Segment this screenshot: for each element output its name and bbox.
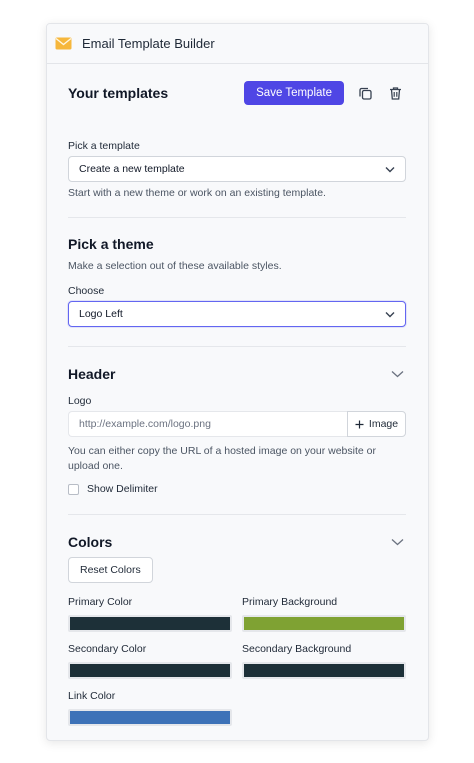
colors-section-header[interactable]: Colors — [68, 532, 406, 552]
primary-color-field: Primary Color — [68, 596, 232, 632]
email-builder-panel: Email Template Builder Your templates Sa… — [46, 23, 429, 741]
primary-background-label: Primary Background — [242, 596, 338, 608]
section-divider — [68, 217, 406, 218]
link-color-swatch[interactable] — [68, 709, 232, 726]
header-heading: Header — [68, 366, 116, 382]
theme-select[interactable]: Logo Left — [68, 301, 406, 327]
templates-header: Your templates Save Template — [68, 81, 406, 105]
chevron-down-icon[interactable] — [391, 538, 404, 546]
section-divider — [68, 346, 406, 347]
link-color-field: Link Color — [68, 690, 232, 726]
theme-select-value: Logo Left — [79, 308, 123, 320]
logo-url-input[interactable]: http://example.com/logo.png — [68, 411, 347, 437]
show-delimiter-row[interactable]: Show Delimiter — [68, 483, 158, 495]
logo-label: Logo — [68, 395, 92, 407]
plus-icon — [355, 420, 364, 428]
window-title: Email Template Builder — [82, 36, 215, 51]
logo-input-group: http://example.com/logo.png Image — [68, 411, 406, 437]
image-button-label: Image — [368, 418, 399, 430]
primary-color-label: Primary Color — [68, 596, 133, 608]
primary-background-swatch[interactable] — [242, 615, 406, 632]
section-divider — [68, 514, 406, 515]
chevron-down-icon — [385, 166, 395, 172]
logo-help-text-line1: You can either copy the URL of a hosted … — [68, 445, 376, 457]
chevron-down-icon — [385, 311, 395, 317]
pick-template-label: Pick a template — [68, 140, 140, 152]
theme-heading: Pick a theme — [68, 236, 154, 252]
template-select[interactable]: Create a new template — [68, 156, 406, 182]
show-delimiter-label: Show Delimiter — [87, 483, 158, 495]
secondary-color-label: Secondary Color — [68, 643, 147, 655]
link-color-label: Link Color — [68, 690, 116, 702]
secondary-background-swatch[interactable] — [242, 662, 406, 679]
templates-heading: Your templates — [68, 85, 169, 101]
secondary-color-swatch[interactable] — [68, 662, 232, 679]
header-section-header[interactable]: Header — [68, 364, 406, 384]
secondary-background-field: Secondary Background — [242, 643, 406, 679]
primary-color-swatch[interactable] — [68, 615, 232, 632]
copy-icon[interactable] — [356, 84, 374, 102]
secondary-background-label: Secondary Background — [242, 643, 352, 655]
chevron-down-icon[interactable] — [391, 370, 404, 378]
logo-help-text-line2: upload one. — [68, 460, 123, 472]
reset-colors-button[interactable]: Reset Colors — [68, 557, 153, 583]
trash-icon[interactable] — [386, 84, 404, 102]
add-image-button[interactable]: Image — [347, 411, 406, 437]
theme-help-text: Make a selection out of these available … — [68, 260, 282, 272]
choose-label: Choose — [68, 285, 105, 297]
colors-heading: Colors — [68, 534, 113, 550]
primary-background-field: Primary Background — [242, 596, 406, 632]
template-help-text: Start with a new theme or work on an exi… — [68, 187, 326, 199]
mail-icon — [55, 37, 72, 50]
show-delimiter-checkbox[interactable] — [68, 483, 79, 495]
save-template-button[interactable]: Save Template — [244, 81, 344, 105]
template-select-value: Create a new template — [79, 163, 185, 175]
title-bar: Email Template Builder — [47, 24, 428, 64]
secondary-color-field: Secondary Color — [68, 643, 232, 679]
